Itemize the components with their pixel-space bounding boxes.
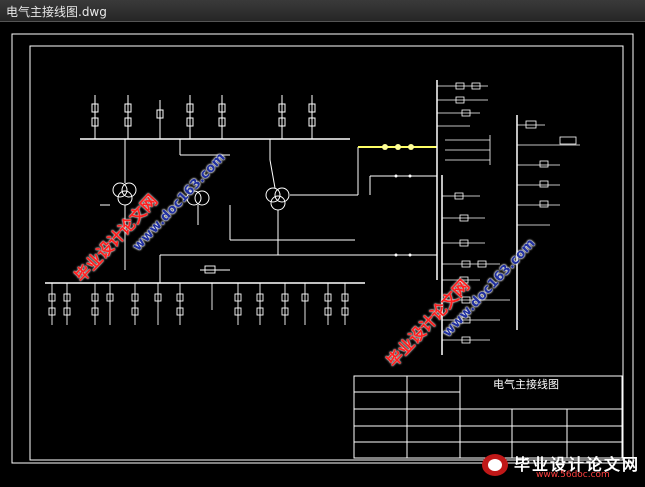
drawing-canvas[interactable]: 电气主接线图 毕业设计论文网 www.doc163.com 毕业设计论文网 ww…: [0, 22, 645, 483]
brand-logo-area: 毕业设计论文网 www.56doc.com: [478, 449, 645, 483]
brand-url: www.56doc.com: [536, 470, 610, 480]
window-title: 电气主接线图.dwg: [6, 5, 107, 19]
title-block: [353, 375, 623, 459]
brand-logo-icon: [482, 454, 508, 476]
title-block-title: 电气主接线图: [493, 377, 559, 391]
highlight-nodes: [382, 144, 414, 150]
inner-frame: [29, 45, 624, 461]
window-title-bar: 电气主接线图.dwg: [0, 0, 645, 22]
